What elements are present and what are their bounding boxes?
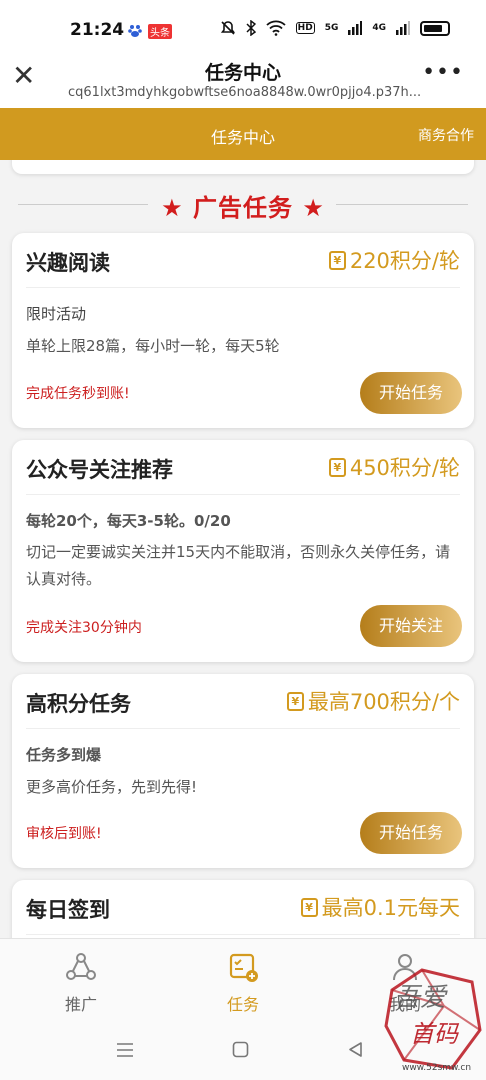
task-card-checkin: 每日签到 ¥ 最高0.1元每天 [12,880,474,938]
status-icons: HD 5G 4G [220,20,450,36]
section-header: ★ 广告任务 ★ [0,186,486,222]
section-divider-right [336,204,468,205]
task-card-reading: 兴趣阅读 ¥220积分/轮 限时活动 单轮上限28篇，每小时一轮，每天5轮 完成… [12,233,474,428]
watermark-text-bottom: 首码 [410,1020,460,1048]
section-title: ★ 广告任务 ★ [161,194,325,222]
task-description: 切记一定要诚实关注并15天内不能取消，否则永久关停任务，请认真对待。 [26,543,451,588]
tab-promote[interactable]: 推广 [31,949,131,1015]
task-description: 单轮上限28篇，每小时一轮，每天5轮 [26,337,280,355]
page-header: 任务中心 商务合作 [0,108,486,160]
start-task-button[interactable]: 开始任务 [360,372,462,414]
hd-badge: HD [295,22,315,34]
task-note: 审核后到账! [26,826,102,842]
menu-icon[interactable] [116,1042,134,1058]
task-subtitle: 每轮20个，每天3-5轮。0/20 [26,512,231,530]
card-divider [26,728,460,729]
task-description: 更多高价任务，先到先得! [26,778,198,796]
task-points-text: 最高700积分/个 [307,690,460,714]
status-time: 21:24 [70,20,125,40]
task-title: 每日签到 [26,898,110,922]
task-points: ¥ 最高0.1元每天 [300,892,460,922]
task-title: 高积分任务 [26,692,131,716]
task-subtitle: 任务多到爆 [26,746,102,764]
watermark-site: www.52smw.cn [402,1063,471,1073]
task-card-follow: 公众号关注推荐 ¥450积分/轮 每轮20个，每天3-5轮。0/20 切记一定要… [12,440,474,662]
task-subtitle: 限时活动 [26,305,87,323]
task-points: ¥220积分/轮 [328,245,460,275]
task-note: 完成关注30分钟内 [26,620,142,636]
browser-title: 任务中心 [204,62,281,84]
browser-url: cq61lxt3mdyhkgobwftse6noa8848w.0wr0pjjo4… [68,85,422,100]
signal-5g-label: 5G [324,23,339,33]
back-icon[interactable] [347,1041,364,1058]
site-watermark-logo: 吾爱 首码 www.52smw.cn [384,968,482,1073]
card-divider [26,934,460,935]
page-title: 任务中心 [210,128,275,147]
task-card-high-points: 高积分任务 ¥ 最高700积分/个 任务多到爆 更多高价任务，先到先得! 审核后到… [12,674,474,868]
wifi-icon [266,20,286,36]
toutiao-badge: 头条 [148,24,172,39]
task-title: 兴趣阅读 [26,251,110,275]
more-menu-icon[interactable]: ••• [422,60,464,85]
baidu-paw-icon [128,25,142,37]
tab-label: 任务 [226,995,259,1014]
card-divider [26,287,460,288]
task-points-text: 220积分/轮 [349,249,460,273]
watermark-text-top: 吾爱 [394,983,448,1013]
card-divider [26,494,460,495]
signal-icon [348,21,363,35]
start-task-button[interactable]: 开始任务 [360,812,462,854]
bluetooth-icon [246,20,256,36]
status-bar: 21:24 头条 HD 5G 4G [0,0,486,62]
task-points-text: 最高0.1元每天 [321,896,460,920]
task-title: 公众号关注推荐 [26,458,173,482]
battery-icon [420,20,450,36]
tab-tasks[interactable]: 任务 [193,949,293,1015]
share-icon [66,953,96,980]
coin-icon: ¥ [328,250,346,270]
task-note: 完成任务秒到账! [26,386,130,402]
coin-icon: ¥ [328,457,346,477]
home-icon[interactable] [232,1041,249,1058]
business-cooperation-link[interactable]: 商务合作 [418,125,474,145]
coin-icon: ¥ [286,691,304,711]
browser-title-bar: ✕ 任务中心 cq61lxt3mdyhkgobwftse6noa8848w.0w… [0,54,486,108]
task-points-text: 450积分/轮 [349,456,460,480]
signal-icon-2 [396,21,410,35]
previous-card-edge [12,160,474,174]
task-points: ¥450积分/轮 [328,452,460,482]
task-points: ¥ 最高700积分/个 [286,686,460,716]
task-list[interactable]: ★ 广告任务 ★ 兴趣阅读 ¥220积分/轮 限时活动 单轮上限28篇，每小时一… [0,160,486,938]
coin-icon: ¥ [300,897,318,917]
start-follow-button[interactable]: 开始关注 [360,605,462,647]
task-icon [229,953,258,982]
tab-label: 推广 [64,995,97,1014]
mute-bell-icon [220,21,235,35]
signal-4g-label: 4G [372,23,386,33]
